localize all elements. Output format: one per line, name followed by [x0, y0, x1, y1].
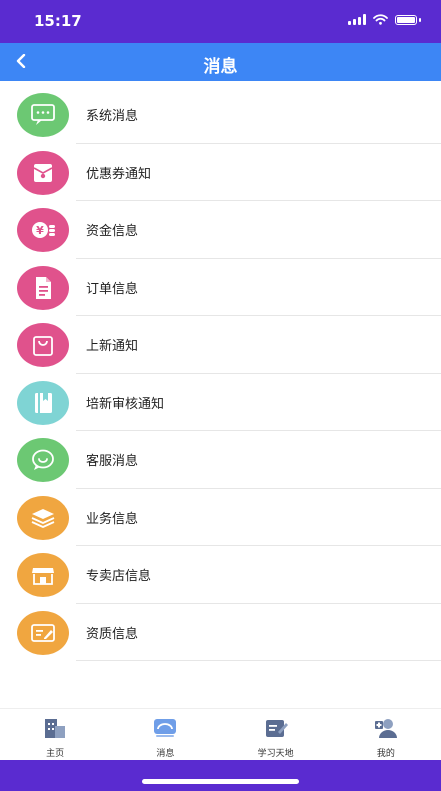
- layers-icon: [17, 495, 69, 540]
- list-item-coupon[interactable]: 优惠券通知: [0, 144, 441, 201]
- list-item-orders[interactable]: 订单信息: [0, 259, 441, 316]
- list-item-label: 专卖店信息: [86, 569, 152, 584]
- list-item-system[interactable]: 系统消息: [0, 86, 441, 144]
- tab-label: 学习天地: [257, 749, 294, 759]
- tab-messages[interactable]: 消息: [110, 709, 220, 761]
- document-icon: [17, 265, 69, 310]
- book-icon: [17, 380, 69, 425]
- svg-text:¥: ¥: [36, 224, 44, 237]
- tab-profile[interactable]: 我的: [331, 709, 441, 761]
- store-icon: [17, 553, 69, 597]
- list-item-training-review[interactable]: 培新审核通知: [0, 374, 441, 431]
- list-item-label: 系统消息: [86, 109, 139, 124]
- status-bar: 15:17: [0, 0, 441, 43]
- tab-bar: 主页 消息 学习天地 我的: [0, 708, 441, 761]
- tab-label: 主页: [46, 749, 65, 759]
- message-icon: [154, 719, 177, 737]
- wifi-icon: [373, 14, 388, 25]
- coupon-icon: [17, 150, 69, 195]
- list-item-label: 业务信息: [86, 511, 139, 527]
- study-icon: [265, 720, 288, 737]
- home-building-icon: [45, 719, 66, 738]
- chat-bubble-icon: [17, 438, 69, 482]
- nav-header: 消息: [0, 43, 441, 81]
- shopping-bag-icon: [17, 323, 69, 367]
- list-item-label: 客服消息: [86, 454, 139, 469]
- list-item-customer-service[interactable]: 客服消息: [0, 431, 441, 489]
- tab-home[interactable]: 主页: [0, 709, 110, 761]
- list-item-label: 优惠券通知: [86, 166, 152, 182]
- list-item-store[interactable]: 专卖店信息: [0, 546, 441, 604]
- list-item-funds[interactable]: ¥ 资金信息: [0, 201, 441, 259]
- tab-study[interactable]: 学习天地: [221, 709, 331, 761]
- list-item-new-arrivals[interactable]: 上新通知: [0, 316, 441, 374]
- battery-icon: [395, 14, 417, 25]
- status-time: 15:17: [34, 12, 82, 30]
- list-item-qualification[interactable]: 资质信息: [0, 604, 441, 661]
- chat-dots-icon: [17, 93, 69, 137]
- tab-label: 我的: [376, 749, 395, 759]
- signal-icon: [348, 14, 366, 25]
- list-item-label: 订单信息: [86, 281, 139, 297]
- list-item-label: 培新审核通知: [86, 396, 165, 412]
- list-item-business[interactable]: 业务信息: [0, 489, 441, 546]
- page-title: 消息: [203, 57, 238, 77]
- certificate-icon: [17, 610, 69, 655]
- list-item-label: 资质信息: [86, 626, 139, 642]
- list-item-label: 资金信息: [86, 224, 139, 239]
- home-indicator[interactable]: [142, 779, 299, 784]
- profile-icon: [374, 719, 397, 738]
- list-item-label: 上新通知: [86, 339, 139, 354]
- money-icon: ¥: [17, 208, 69, 252]
- tab-label: 消息: [156, 749, 175, 759]
- home-indicator-area: [0, 760, 441, 791]
- status-icons: [348, 14, 421, 25]
- message-list: 系统消息 优惠券通知 ¥ 资金信息 订单信息 上新通知 培新审核通知 客服消息 …: [0, 86, 441, 661]
